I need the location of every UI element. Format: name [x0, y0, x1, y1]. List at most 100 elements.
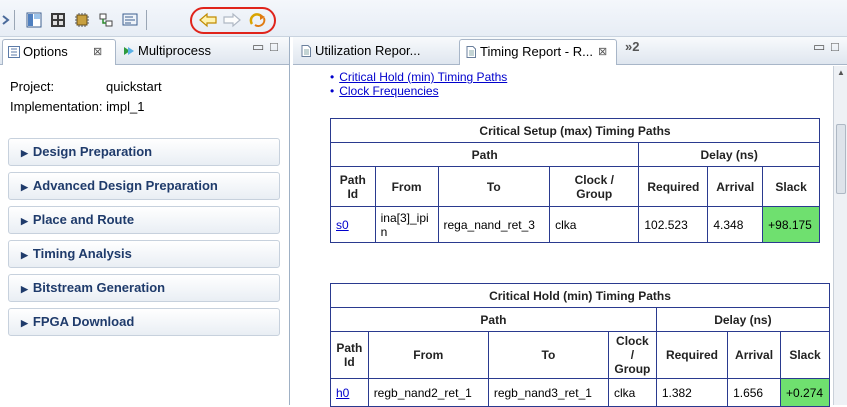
layout-view-icon[interactable]: [26, 12, 42, 28]
cell-required: 102.523: [638, 206, 709, 243]
section-label: Place and Route: [32, 212, 135, 227]
section-label: Bitstream Generation: [32, 280, 166, 295]
refresh-icon[interactable]: [248, 12, 268, 28]
right-tabbar: Utilization Repor... Timing Report - R..…: [293, 37, 847, 65]
report-file-icon: [466, 46, 476, 58]
section-timing-analysis[interactable]: ▶ Timing Analysis: [8, 240, 280, 268]
netlist-icon[interactable]: [98, 12, 114, 28]
scroll-up-icon[interactable]: ▲: [837, 68, 845, 77]
report-links: • Critical Hold (min) Timing Paths • Clock…: [330, 70, 508, 98]
maximize-icon[interactable]: □: [831, 39, 839, 54]
tab-options[interactable]: Options ⊠: [2, 39, 116, 65]
delay-group-header: Delay (ns): [638, 142, 820, 167]
scrollbar-thumb[interactable]: [836, 124, 846, 194]
col-arrival: Arrival: [727, 331, 782, 379]
table-row: s0 ina[3]_ipin rega_nand_ret_3 clka 102.…: [330, 206, 820, 243]
section-design-preparation[interactable]: ▶ Design Preparation: [8, 138, 280, 166]
options-icon: [8, 46, 20, 58]
expand-arrow-icon: ▶: [21, 284, 28, 294]
col-to: To: [437, 166, 551, 207]
col-path-id: Path Id: [330, 166, 376, 207]
col-slack: Slack: [780, 331, 830, 379]
tab-timing-label: Timing Report - R...: [480, 44, 593, 59]
tab-options-label: Options: [23, 44, 68, 59]
cell-arrival: 4.348: [707, 206, 764, 243]
implementation-row: Implementation: impl_1: [10, 99, 144, 114]
col-clock-group: Clock / Group: [549, 166, 640, 207]
hold-timing-table: Critical Hold (min) Timing Paths Path De…: [330, 283, 831, 407]
left-tabbar: Options ⊠ Multiprocess ▭ □: [0, 37, 289, 65]
toolbar: [0, 0, 847, 37]
project-value: quickstart: [106, 79, 162, 94]
col-arrival: Arrival: [707, 166, 764, 207]
multiprocess-icon: [124, 47, 134, 55]
tab-timing-report[interactable]: Timing Report - R... ⊠: [459, 39, 617, 65]
setup-timing-table: Critical Setup (max) Timing Paths Path D…: [329, 118, 820, 243]
expand-arrow-icon: ▶: [21, 148, 28, 158]
col-from: From: [367, 331, 489, 379]
chip-planner-icon[interactable]: [74, 12, 90, 28]
close-tab-icon[interactable]: ⊠: [93, 40, 102, 64]
link-clock-frequencies[interactable]: Clock Frequencies: [339, 84, 438, 98]
path-group-header: Path: [329, 142, 640, 167]
section-advanced-design-preparation[interactable]: ▶ Advanced Design Preparation: [8, 172, 280, 200]
table-row: h0 regb_nand2_ret_1 regb_nand3_ret_1 clk…: [330, 378, 830, 407]
vertical-scrollbar[interactable]: ▲: [833, 66, 847, 405]
cell-arrival: 1.656: [727, 378, 782, 407]
col-required: Required: [655, 331, 729, 379]
link-critical-hold[interactable]: Critical Hold (min) Timing Paths: [339, 70, 507, 84]
path-id-link[interactable]: h0: [336, 386, 349, 400]
col-required: Required: [638, 166, 709, 207]
toolbar-separator: [146, 10, 147, 30]
toolbar-overflow-icon[interactable]: [2, 12, 10, 28]
col-path-id: Path Id: [330, 331, 369, 379]
tab-utilization-label: Utilization Repor...: [315, 43, 421, 58]
expand-arrow-icon: ▶: [21, 318, 28, 328]
path-group-header: Path: [330, 307, 657, 332]
col-from: From: [374, 166, 439, 207]
minimize-icon[interactable]: ▭: [252, 39, 264, 55]
expand-arrow-icon: ▶: [21, 250, 28, 260]
col-clock-group: Clock / Group: [607, 331, 657, 379]
section-label: Advanced Design Preparation: [32, 178, 218, 193]
section-bitstream-generation[interactable]: ▶ Bitstream Generation: [8, 274, 280, 302]
table-title: Critical Setup (max) Timing Paths: [330, 118, 820, 143]
cell-clock: clka: [607, 378, 657, 407]
cell-to: rega_nand_ret_3: [437, 206, 551, 243]
report-file-icon: [301, 45, 311, 57]
col-slack: Slack: [762, 166, 820, 207]
table-title: Critical Hold (min) Timing Paths: [330, 283, 830, 308]
delay-group-header: Delay (ns): [655, 307, 831, 332]
cell-to: regb_nand3_ret_1: [487, 378, 609, 407]
close-tab-icon[interactable]: ⊠: [598, 40, 607, 64]
project-row: Project: quickstart: [10, 79, 162, 94]
back-arrow-icon[interactable]: [198, 12, 218, 28]
tab-utilization-report[interactable]: Utilization Repor...: [295, 39, 455, 65]
toolbar-separator: [14, 10, 15, 30]
project-label: Project:: [10, 79, 55, 94]
cell-clock: clka: [549, 206, 640, 243]
implementation-label: Implementation:: [10, 99, 103, 114]
forward-arrow-icon[interactable]: [222, 12, 242, 28]
expand-arrow-icon: ▶: [21, 182, 28, 192]
cell-from: regb_nand2_ret_1: [367, 378, 489, 407]
col-to: To: [487, 331, 609, 379]
console-icon[interactable]: [122, 12, 138, 28]
section-label: FPGA Download: [32, 314, 135, 329]
tab-multiprocess[interactable]: Multiprocess: [118, 39, 234, 65]
maximize-icon[interactable]: □: [270, 39, 278, 54]
section-place-and-route[interactable]: ▶ Place and Route: [8, 206, 280, 234]
section-label: Timing Analysis: [32, 246, 132, 261]
section-fpga-download[interactable]: ▶ FPGA Download: [8, 308, 280, 336]
cell-slack: +98.175: [762, 206, 820, 243]
section-label: Design Preparation: [32, 144, 153, 159]
floorplan-icon[interactable]: [50, 12, 66, 28]
expand-arrow-icon: ▶: [21, 216, 28, 226]
more-tabs-button[interactable]: »2: [625, 39, 639, 54]
cell-required: 1.382: [655, 378, 729, 407]
cell-from: ina[3]_ipin: [374, 206, 439, 243]
minimize-icon[interactable]: ▭: [813, 39, 825, 55]
tab-multiprocess-label: Multiprocess: [138, 43, 211, 58]
cell-slack: +0.274: [780, 378, 830, 407]
path-id-link[interactable]: s0: [336, 218, 349, 232]
